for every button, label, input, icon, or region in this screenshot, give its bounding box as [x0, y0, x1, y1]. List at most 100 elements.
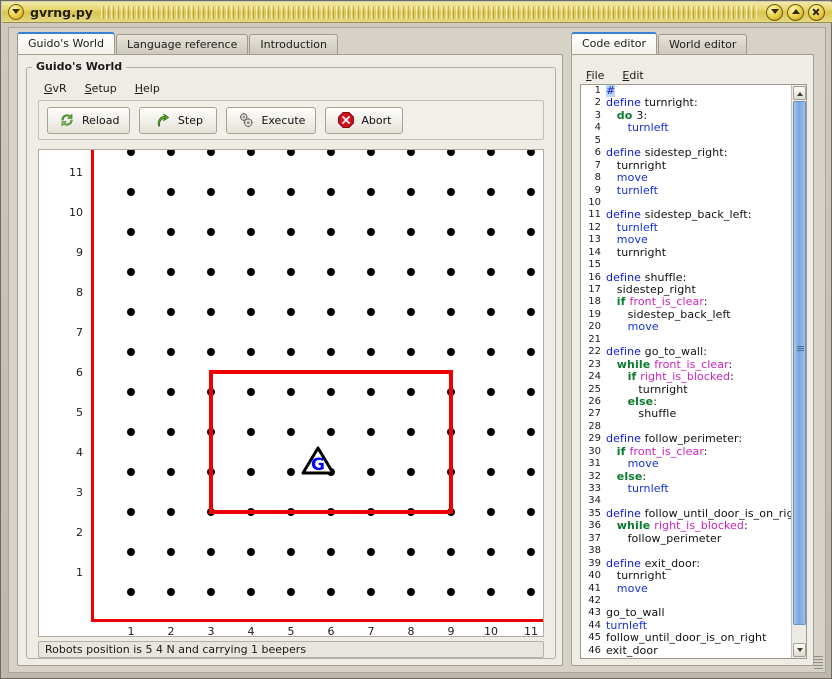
- window-resize-grip[interactable]: [814, 656, 823, 670]
- code-line-number: 15: [588, 259, 601, 271]
- tab-code-editor[interactable]: Code editor: [571, 32, 658, 54]
- grid-dot: [207, 188, 215, 196]
- code-line: 33 turnleft: [581, 482, 791, 495]
- world-toolbar: Reload Step Execute Abort: [38, 100, 544, 140]
- code-text-area[interactable]: 1 #2 define turnright: 3 do 3: 4 turnleft 5 6 d…: [581, 85, 791, 658]
- code-line: 41 move: [581, 581, 791, 595]
- tab-guidos-world[interactable]: Guido's World: [17, 32, 116, 54]
- wall-bottom-border: [91, 619, 543, 622]
- close-icon[interactable]: [808, 3, 825, 21]
- grid-dot: [167, 268, 175, 276]
- grid-dot: [207, 268, 215, 276]
- window-buttons: [766, 3, 825, 21]
- grid-dot: [287, 548, 295, 556]
- x-axis-label: 9: [447, 625, 455, 637]
- menu-help[interactable]: Help: [135, 82, 160, 95]
- grid-dot: [167, 188, 175, 196]
- step-button[interactable]: Step: [139, 106, 218, 134]
- wall-rect-left: [209, 370, 213, 514]
- title-bar[interactable]: gvrng.py: [2, 2, 832, 23]
- code-line-number: 1: [594, 85, 601, 96]
- robot-guido[interactable]: G: [301, 446, 335, 476]
- grid-dot: [207, 228, 215, 236]
- grid-dot: [327, 348, 335, 356]
- grid-dot: [327, 428, 335, 436]
- grid-dot: [527, 468, 535, 476]
- grid-dot: [207, 548, 215, 556]
- menu-setup[interactable]: Setup: [85, 82, 117, 95]
- y-axis-label: 1: [76, 566, 83, 579]
- code-line-number: 17: [588, 284, 601, 295]
- menu-gvr[interactable]: GvR: [44, 82, 67, 95]
- grid-dot: [247, 348, 255, 356]
- x-axis-label: 7: [367, 625, 375, 637]
- editor-scrollbar[interactable]: [791, 85, 806, 658]
- code-line-number: 42: [588, 594, 601, 606]
- world-menu-bar: GvR Setup Help: [44, 82, 160, 95]
- gears-icon: [240, 113, 254, 128]
- grid-dot: [487, 588, 495, 596]
- world-grid: 12345678910111213123456789101112G: [39, 150, 543, 636]
- menu-file[interactable]: File: [586, 69, 604, 82]
- code-line-number: 30: [588, 445, 601, 457]
- x-axis-label: 2: [167, 625, 175, 637]
- wall-rect-right: [449, 370, 453, 514]
- world-canvas[interactable]: 12345678910111213123456789101112G: [38, 149, 544, 637]
- reload-button[interactable]: Reload: [47, 106, 131, 134]
- grid-dot: [127, 268, 135, 276]
- tab-world-editor[interactable]: World editor: [658, 34, 748, 54]
- code-line-number: 46: [588, 644, 601, 656]
- x-axis-label: 1: [127, 625, 135, 637]
- x-axis-label: 6: [327, 625, 335, 637]
- y-axis-label: 2: [76, 526, 83, 539]
- execute-button[interactable]: Execute: [226, 106, 317, 134]
- menu-edit[interactable]: Edit: [622, 69, 643, 82]
- abort-button[interactable]: Abort: [325, 106, 404, 134]
- code-line-text: move: [616, 581, 648, 595]
- minimize-icon[interactable]: [766, 3, 783, 21]
- grid-dot: [487, 268, 495, 276]
- grid-dot: [367, 228, 375, 236]
- code-line: 14 turnright: [581, 246, 791, 259]
- right-tab-bar: Code editor World editor: [571, 32, 748, 54]
- code-line-number: 28: [588, 420, 601, 432]
- code-line-number: 8: [594, 172, 601, 184]
- grid-dot: [447, 228, 455, 236]
- grid-dot: [407, 188, 415, 196]
- grid-dot: [487, 388, 495, 396]
- grid-dot: [327, 188, 335, 196]
- tab-language-reference[interactable]: Language reference: [116, 34, 249, 54]
- grid-dot: [527, 588, 535, 596]
- scrollbar-thumb[interactable]: [793, 101, 806, 625]
- grid-dot: [447, 188, 455, 196]
- maximize-icon[interactable]: [787, 3, 804, 21]
- code-line-number: 37: [588, 532, 601, 544]
- step-arrow-icon: [157, 113, 170, 127]
- grid-dot: [247, 268, 255, 276]
- grid-dot: [167, 308, 175, 316]
- tab-introduction[interactable]: Introduction: [249, 34, 338, 54]
- title-bar-grip: [100, 5, 758, 19]
- code-line-number: 35: [588, 507, 601, 519]
- grid-dot: [487, 188, 495, 196]
- grid-dot: [367, 348, 375, 356]
- grid-dot: [127, 428, 135, 436]
- grid-dot: [327, 388, 335, 396]
- wall-left-border: [91, 150, 94, 622]
- code-line-number: 44: [588, 619, 601, 631]
- scroll-up-icon[interactable]: [793, 86, 806, 100]
- code-line-number: 18: [588, 296, 601, 308]
- grid-dot: [247, 150, 255, 156]
- code-line: 4 turnleft: [581, 122, 791, 134]
- x-axis-label: 8: [407, 625, 415, 637]
- grid-dot: [447, 548, 455, 556]
- y-axis-label: 3: [76, 486, 83, 499]
- code-line: 37 follow_perimeter: [581, 532, 791, 545]
- code-line-number: 10: [588, 196, 601, 208]
- grid-dot: [447, 150, 455, 156]
- grid-dot: [527, 508, 535, 516]
- grid-dot: [527, 150, 535, 156]
- scroll-down-icon[interactable]: [793, 643, 806, 657]
- grid-dot: [367, 428, 375, 436]
- code-editor[interactable]: 1 #2 define turnright: 3 do 3: 4 turnleft 5 6 d…: [580, 84, 807, 659]
